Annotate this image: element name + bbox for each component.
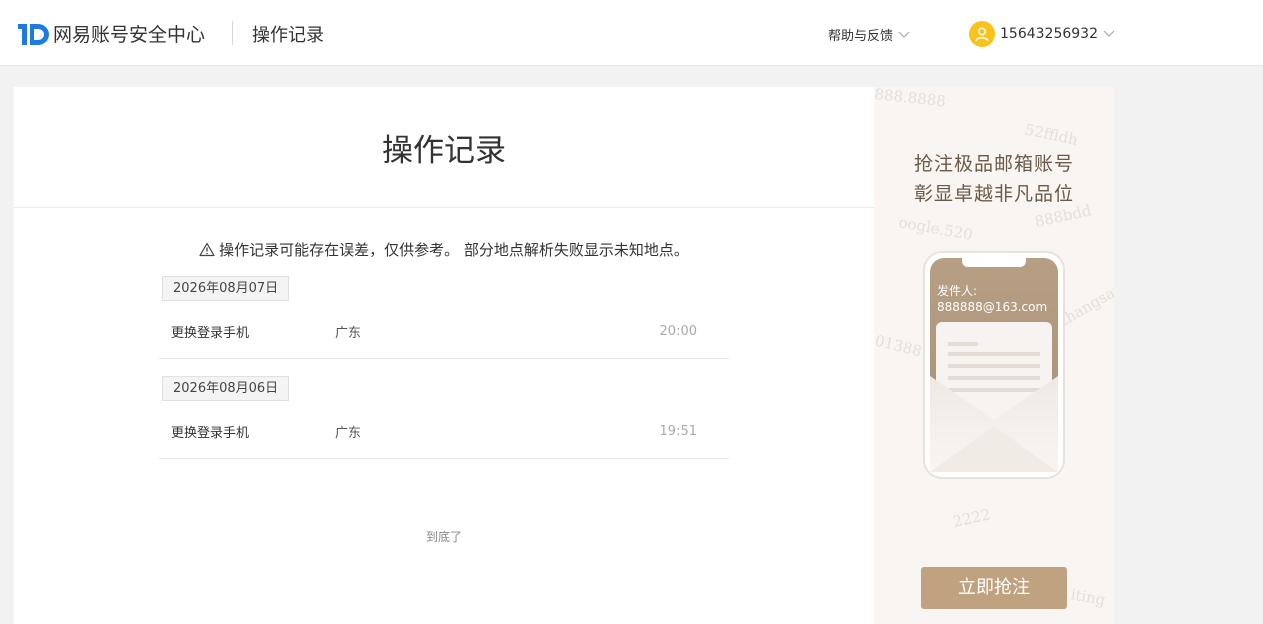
user-phone: 15643256932 — [1000, 26, 1098, 42]
date-tag: 2026年08月07日 — [162, 276, 290, 301]
user-icon — [975, 27, 989, 41]
record-action: 更换登录手机 — [171, 426, 250, 441]
warning-icon — [199, 242, 215, 257]
help-feedback-menu[interactable]: 帮助与反馈 — [828, 25, 910, 44]
sender-email: 888888@163.com — [937, 300, 1048, 314]
notice-text: 操作记录可能存在误差，仅供参考。 部分地点解析失败显示未知地点。 — [219, 241, 689, 259]
page-title: 操作记录 — [382, 133, 506, 169]
chevron-down-icon — [1103, 30, 1115, 37]
watermark-text: 888.8888 — [874, 87, 947, 110]
record-location: 广东 — [335, 326, 362, 341]
record-group: 2026年08月07日 更换登录手机 广东 20:00 — [159, 276, 729, 359]
chevron-down-icon — [898, 31, 910, 38]
brand-logo[interactable]: 网易账号安全中心 — [18, 20, 205, 47]
netease-id-logo-icon — [18, 23, 49, 45]
watermark-text: oogle.520 — [897, 213, 974, 244]
record-location: 广东 — [335, 426, 362, 441]
user-menu[interactable]: 15643256932 — [969, 21, 1115, 47]
promo-headline-2: 彰显卓越非凡品位 — [913, 183, 1074, 205]
date-tag: 2026年08月06日 — [162, 376, 290, 401]
records-card: 操作记录 操作记录可能存在误差，仅供参考。 部分地点解析失败显示未知地点。 20… — [14, 87, 874, 624]
avatar — [969, 21, 995, 47]
brand-name: 网易账号安全中心 — [53, 24, 206, 46]
mailbox-promo-banner[interactable]: 52ffldh oogle.520 888bdd 01388 zhangsan … — [874, 87, 1114, 624]
accuracy-notice: 操作记录可能存在误差，仅供参考。 部分地点解析失败显示未知地点。 — [14, 239, 874, 260]
register-now-button[interactable]: 立即抢注 — [921, 567, 1067, 609]
record-time: 20:00 — [659, 324, 697, 339]
help-feedback-label: 帮助与反馈 — [828, 29, 894, 44]
end-of-list-hint: 到底了 — [425, 530, 462, 544]
watermark-text: 01388 — [874, 331, 924, 360]
record-action: 更换登录手机 — [171, 326, 250, 341]
record-group: 2026年08月06日 更换登录手机 广东 19:51 — [159, 376, 729, 459]
header-divider — [232, 21, 233, 45]
title-divider — [14, 207, 874, 208]
record-time: 19:51 — [659, 424, 697, 439]
watermark-text: iting — [1069, 585, 1107, 609]
sender-label: 发件人: — [937, 284, 978, 298]
watermark-text: 2222 — [951, 505, 992, 531]
header-page-title: 操作记录 — [252, 25, 324, 46]
watermark-text: 52ffldh — [1023, 120, 1080, 149]
promo-headline-1: 抢注极品邮箱账号 — [913, 153, 1074, 175]
top-header: 网易账号安全中心 操作记录 帮助与反馈 15643256932 — [0, 0, 1263, 66]
